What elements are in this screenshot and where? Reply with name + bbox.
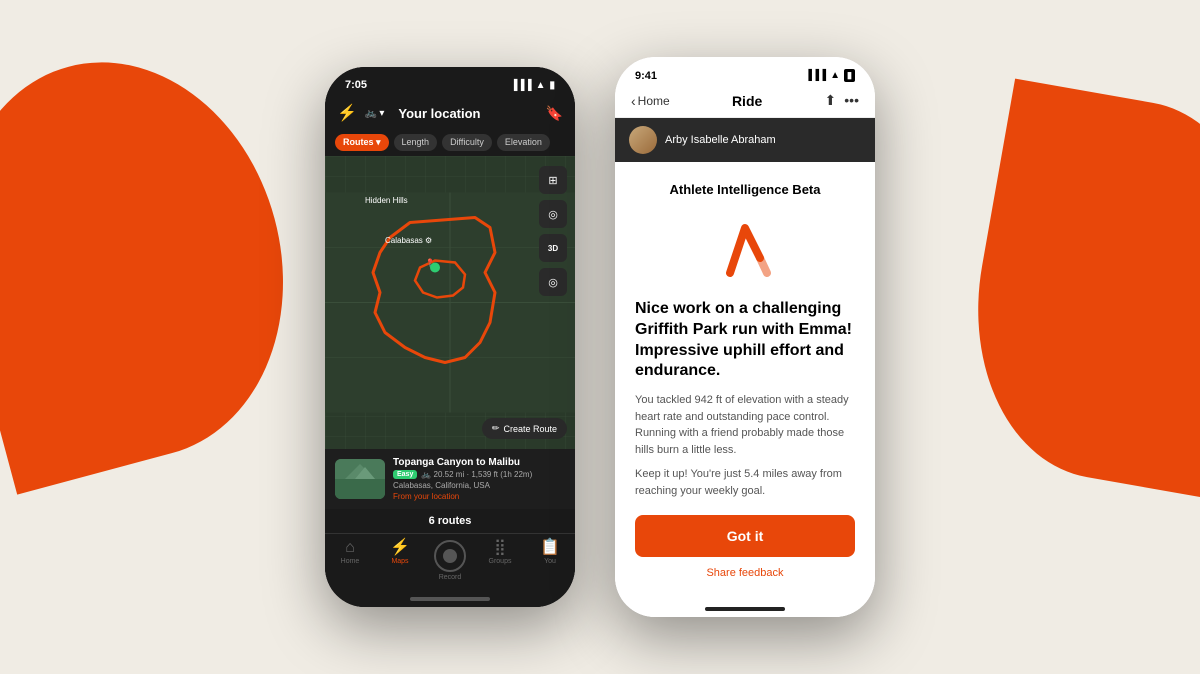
route-svg: 📍: [325, 156, 575, 449]
status-icons-2: ▐▐▐ ▲ ▮: [805, 69, 855, 82]
dropdown-arrow-icon: ▾: [379, 108, 384, 119]
from-location: From your location: [393, 492, 565, 501]
phone-ai: 9:41 ▐▐▐ ▲ ▮ ‹ Home Ride ⬆ •••: [615, 57, 875, 617]
signal-icon-2: ▐▐▐: [805, 70, 826, 81]
map-controls: ⊞ ◎ 3D ◎: [539, 166, 567, 296]
battery-icon-2: ▮: [844, 69, 855, 82]
battery-icon: ▮: [549, 80, 555, 91]
my-location-button[interactable]: ◎: [539, 268, 567, 296]
athlete-header: Arby Isabelle Abraham: [615, 118, 875, 162]
more-icon[interactable]: •••: [844, 92, 859, 109]
share-icon[interactable]: ⬆: [825, 92, 837, 109]
got-it-button[interactable]: Got it: [635, 515, 855, 557]
mode-icon: 🚲: [365, 108, 377, 119]
phones-container: 7:05 ▐▐▐ ▲ ▮ ⚡ 🚲 ▾ Your location 🔖: [325, 57, 875, 617]
groups-icon: ⣿: [494, 540, 506, 556]
nav-you[interactable]: 📋 You: [525, 540, 575, 581]
strava-logo-ai: [635, 213, 855, 283]
time-1: 7:05: [345, 79, 367, 91]
route-details: Topanga Canyon to Malibu Easy 🚲 20.52 mi…: [393, 457, 565, 501]
status-icons-1: ▐▐▐ ▲ ▮: [510, 80, 555, 91]
status-bar-1: 7:05 ▐▐▐ ▲ ▮: [325, 67, 575, 97]
difficulty-filter[interactable]: Difficulty: [442, 134, 492, 151]
decoration-swoosh-right: [949, 79, 1200, 502]
signal-icon: ▐▐▐: [510, 80, 531, 91]
routes-count: 6 routes: [325, 509, 575, 533]
home-indicator-2: [615, 601, 875, 617]
svg-text:📍: 📍: [425, 258, 435, 268]
home-icon: ⌂: [345, 540, 355, 556]
3d-button[interactable]: 3D: [539, 234, 567, 262]
difficulty-badge: Easy: [393, 470, 417, 479]
strava-a-logo: [715, 213, 775, 283]
home-bar-1: [410, 597, 490, 601]
compass-button[interactable]: ◎: [539, 200, 567, 228]
nav-ride-title: Ride: [670, 93, 825, 109]
create-route-button[interactable]: ✏ Create Route: [482, 418, 567, 439]
decoration-swoosh-left: [0, 25, 326, 494]
status-bar-2: 9:41 ▐▐▐ ▲ ▮: [615, 57, 875, 88]
nav-actions: ⬆ •••: [825, 92, 859, 109]
nav-bar-2: ‹ Home Ride ⬆ •••: [615, 88, 875, 118]
athlete-avatar: [629, 126, 657, 154]
layers-button[interactable]: ⊞: [539, 166, 567, 194]
record-circle: [434, 540, 466, 572]
record-dot: [443, 549, 457, 563]
nav-groups[interactable]: ⣿ Groups: [475, 540, 525, 581]
length-filter[interactable]: Length: [394, 134, 438, 151]
profile-icon: 📋: [540, 540, 560, 556]
routes-filter[interactable]: Routes ▾: [335, 134, 389, 151]
bookmark-icon[interactable]: 🔖: [546, 105, 563, 122]
share-feedback-link[interactable]: Share feedback: [635, 567, 855, 579]
bottom-nav-1: ⌂ Home ⚡ Maps Record ⣿ Groups: [325, 533, 575, 591]
back-arrow-icon: ‹: [631, 93, 636, 109]
route-thumbnail: [335, 459, 385, 499]
map-view[interactable]: 📍 Hidden Hills Calabasas ⚙ ⊞ ◎ 3D ◎: [325, 156, 575, 449]
nav-bar-1: ⚡ 🚲 ▾ Your location 🔖: [325, 97, 575, 129]
route-stats: 🚲 20.52 mi · 1,539 ft (1h 22m): [421, 470, 532, 479]
home-bar-2: [705, 607, 785, 611]
calabasas-label: Calabasas ⚙: [385, 236, 432, 245]
route-card[interactable]: Topanga Canyon to Malibu Easy 🚲 20.52 mi…: [325, 449, 575, 509]
filter-bar: Routes ▾ Length Difficulty Elevation: [325, 129, 575, 156]
athlete-name: Arby Isabelle Abraham: [665, 134, 776, 146]
nav-home[interactable]: ⌂ Home: [325, 540, 375, 581]
phone-routes: 7:05 ▐▐▐ ▲ ▮ ⚡ 🚲 ▾ Your location 🔖: [325, 67, 575, 607]
wifi-icon-2: ▲: [830, 70, 840, 81]
nav-record[interactable]: Record: [425, 540, 475, 581]
route-meta: Easy 🚲 20.52 mi · 1,539 ft (1h 22m): [393, 470, 565, 479]
home-indicator-1: [325, 591, 575, 607]
mode-dropdown[interactable]: 🚲 ▾: [365, 108, 384, 119]
ai-body2: Keep it up! You're just 5.4 miles away f…: [635, 466, 855, 499]
wifi-icon: ▲: [536, 80, 546, 91]
ai-heading: Nice work on a challenging Griffith Park…: [635, 299, 855, 382]
ai-modal: Athlete Intelligence Beta Nice work on a…: [615, 162, 875, 601]
modal-title: Athlete Intelligence Beta: [635, 182, 855, 197]
route-name: Topanga Canyon to Malibu: [393, 457, 565, 468]
ai-body1: You tackled 942 ft of elevation with a s…: [635, 392, 855, 458]
back-button[interactable]: ‹ Home: [631, 93, 670, 109]
elevation-filter[interactable]: Elevation: [497, 134, 550, 151]
nav-maps[interactable]: ⚡ Maps: [375, 540, 425, 581]
strava-logo-icon: ⚡: [337, 103, 357, 123]
maps-icon: ⚡: [390, 540, 410, 556]
location-title: Your location: [398, 106, 537, 121]
time-2: 9:41: [635, 70, 657, 82]
route-location: Calabasas, California, USA: [393, 481, 565, 490]
pencil-icon: ✏: [492, 423, 500, 434]
hidden-hills-label: Hidden Hills: [365, 196, 408, 205]
